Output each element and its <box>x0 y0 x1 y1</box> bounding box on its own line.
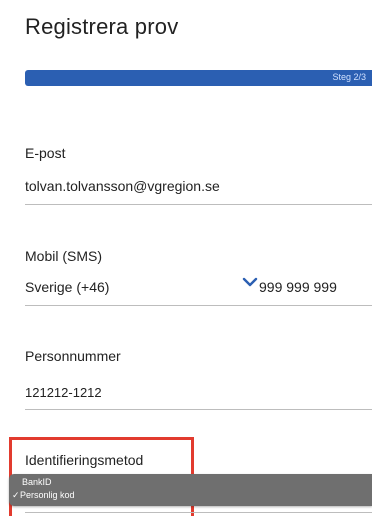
option-personlig-kod-label: Personlig kod <box>20 490 75 500</box>
personnummer-field[interactable]: 121212-1212 <box>25 385 102 400</box>
option-bankid[interactable]: BankID <box>22 477 52 487</box>
email-underline <box>25 204 372 205</box>
email-field[interactable]: tolvan.tolvansson@vgregion.se <box>25 178 220 194</box>
country-select[interactable]: Sverige (+46) <box>25 274 258 300</box>
mobile-label: Mobil (SMS) <box>25 248 103 264</box>
progress-step-label: Steg 2/3 <box>332 72 366 82</box>
personnummer-label: Personnummer <box>25 348 121 364</box>
personnummer-underline <box>25 409 372 410</box>
page-title: Registrera prov <box>25 14 179 39</box>
country-select-value: Sverige (+46) <box>25 279 110 295</box>
chevron-down-icon[interactable] <box>242 276 258 288</box>
mobile-underline <box>25 305 372 306</box>
identification-method-label: Identifieringsmetod <box>25 452 144 468</box>
check-icon: ✓ <box>12 490 20 500</box>
identification-method-dropdown[interactable]: BankID ✓Personlig kod <box>9 474 372 506</box>
option-personlig-kod[interactable]: ✓Personlig kod <box>9 490 372 504</box>
email-label: E-post <box>25 145 66 161</box>
progress-bar: Steg 2/3 <box>25 70 372 86</box>
identification-underline <box>25 512 372 513</box>
mobile-number-field[interactable]: 999 999 999 <box>259 279 337 295</box>
